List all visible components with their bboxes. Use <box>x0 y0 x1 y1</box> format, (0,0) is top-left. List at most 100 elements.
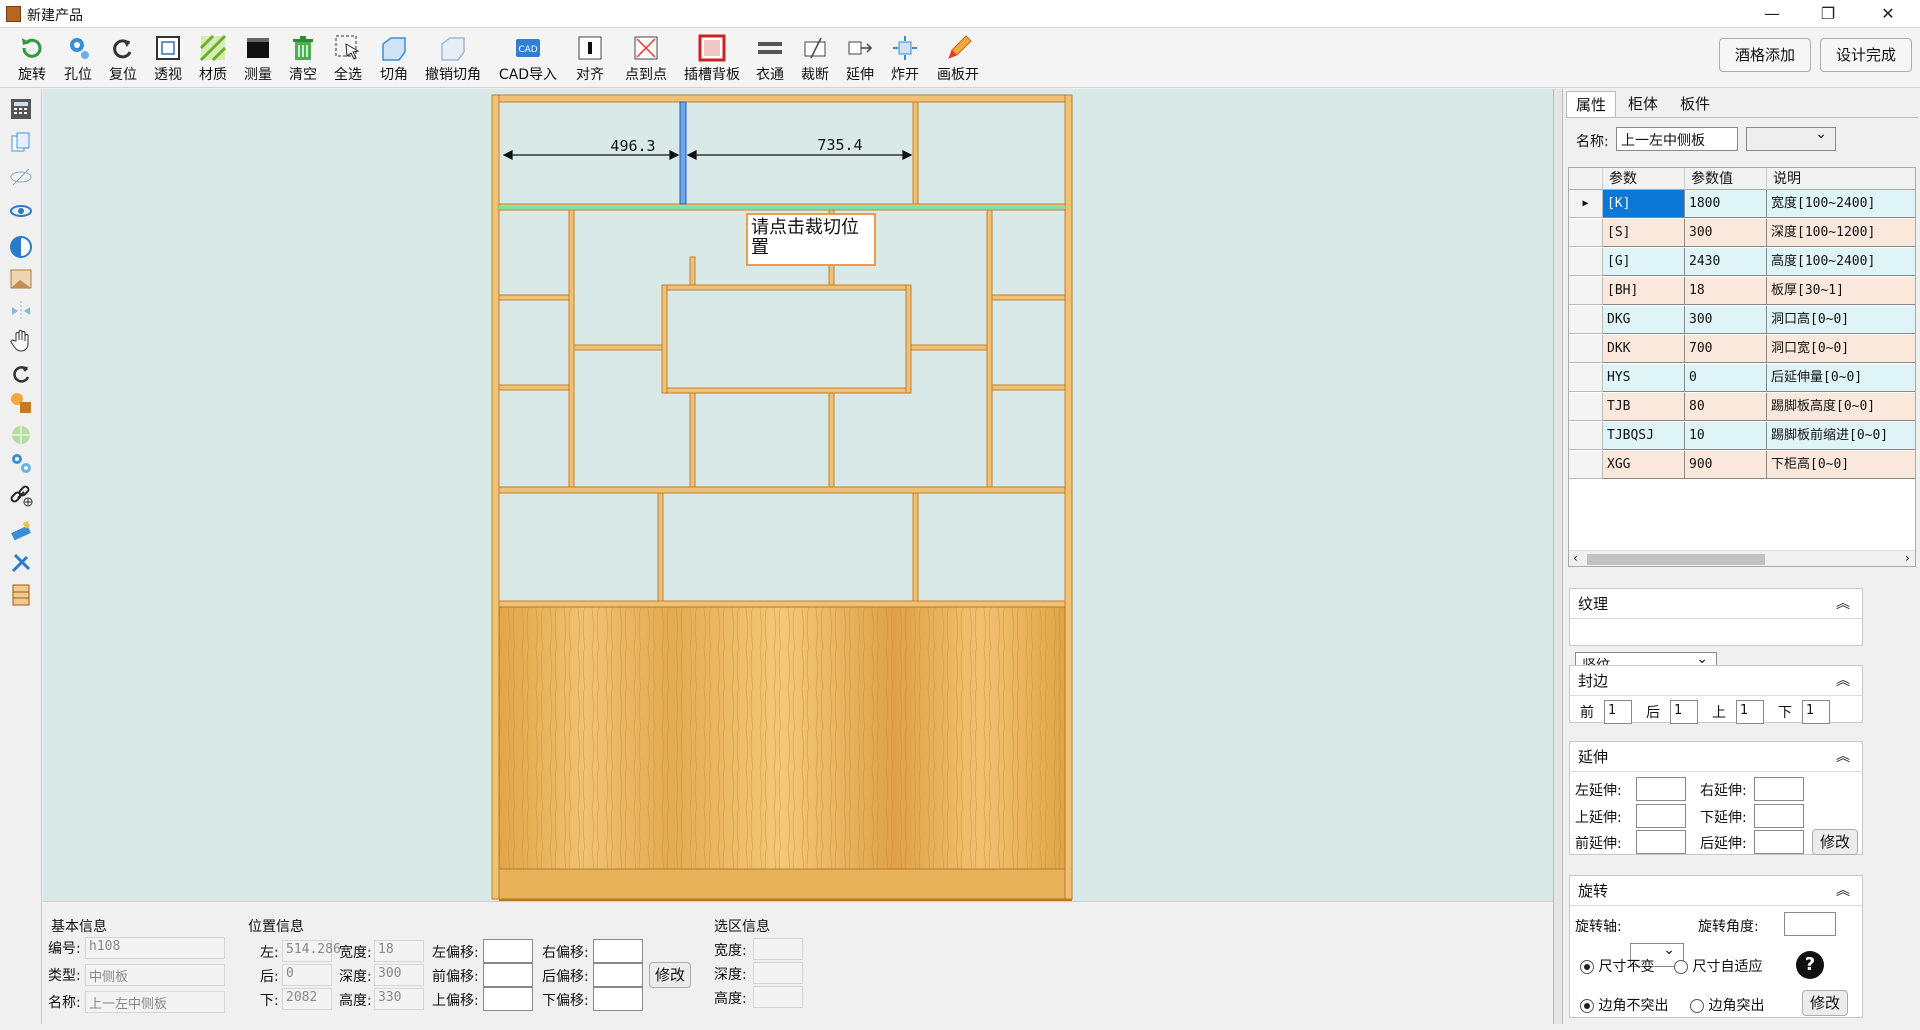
restore-button[interactable]: ❐ <box>1800 0 1856 28</box>
link-icon[interactable] <box>9 483 33 507</box>
grid-cell-value[interactable]: 18 <box>1685 277 1767 305</box>
contrast-icon[interactable] <box>9 235 33 259</box>
undo-chamfer-button[interactable]: 撤销切角 <box>418 32 488 86</box>
hole-button[interactable]: 孔位 <box>56 32 100 86</box>
grid-cell-param[interactable]: [K] <box>1603 190 1685 218</box>
grid-row-header[interactable] <box>1569 219 1603 247</box>
extend-up-input[interactable] <box>1636 804 1686 828</box>
slot-backboard-button[interactable]: 插槽背板 <box>680 32 744 86</box>
grid-cell-value[interactable]: 300 <box>1685 306 1767 334</box>
grid-header-desc[interactable]: 说明 <box>1767 168 1915 190</box>
clear-button[interactable]: 清空 <box>281 32 325 86</box>
tab-properties[interactable]: 属性 <box>1566 91 1616 117</box>
size-adaptive-radio[interactable] <box>1674 960 1688 974</box>
panel-name-select[interactable] <box>1746 126 1836 151</box>
cabinet-drawing[interactable]: 496.3 735.4 <box>43 89 1553 901</box>
shapes-icon[interactable] <box>9 391 33 415</box>
hide-icon[interactable] <box>9 165 33 189</box>
grid-row-header[interactable] <box>1569 451 1603 479</box>
cut-button[interactable]: 裁断 <box>795 32 835 86</box>
select-all-button[interactable]: 全选 <box>326 32 370 86</box>
brush-icon[interactable] <box>9 519 33 543</box>
collapse-icon[interactable]: ︽ <box>1836 666 1850 696</box>
grid-cell-value[interactable]: 0 <box>1685 364 1767 392</box>
extend-left-input[interactable] <box>1636 777 1686 801</box>
cad-import-button[interactable]: CAD CAD导入 <box>495 32 561 86</box>
grid-row-header[interactable] <box>1569 422 1603 450</box>
rotate-modify-button[interactable]: 修改 <box>1802 990 1848 1016</box>
grid-cell-param[interactable]: TJB <box>1603 393 1685 421</box>
copy-icon[interactable] <box>9 131 33 155</box>
grid-row-header[interactable] <box>1569 393 1603 421</box>
grid-cell-param[interactable]: TJBQSJ <box>1603 422 1685 450</box>
edge-header[interactable]: 封边 ︽ <box>1570 666 1862 696</box>
grid-cell-param[interactable]: [G] <box>1603 248 1685 276</box>
size-adaptive-option[interactable]: 尺寸自适应 <box>1674 956 1762 976</box>
tools-icon[interactable] <box>9 551 33 575</box>
grid-cell-param[interactable]: XGG <box>1603 451 1685 479</box>
left-offset-input[interactable] <box>483 939 533 963</box>
edge-back-input[interactable]: 1 <box>1670 700 1698 724</box>
explode-button[interactable]: 炸开 <box>885 32 925 86</box>
panel-name-input[interactable]: 上一左中侧板 <box>1616 127 1738 151</box>
measure-button[interactable]: 测量 <box>236 32 280 86</box>
grid-cell-value[interactable]: 900 <box>1685 451 1767 479</box>
grid-cell-value[interactable]: 2430 <box>1685 248 1767 276</box>
grid-cell-desc[interactable]: 板厚[30~1] <box>1767 277 1915 305</box>
front-offset-input[interactable] <box>483 963 533 987</box>
grid-cell-desc[interactable]: 高度[100~2400] <box>1767 248 1915 276</box>
grid-row-header[interactable]: ▶ <box>1569 190 1603 218</box>
extend-back-input[interactable] <box>1754 830 1804 854</box>
tab-board[interactable]: 板件 <box>1670 91 1720 117</box>
grid-cell-desc[interactable]: 宽度[100~2400] <box>1767 190 1915 218</box>
hand-icon[interactable] <box>9 329 33 353</box>
grid-row-header[interactable] <box>1569 335 1603 363</box>
help-icon[interactable]: ? <box>1796 951 1824 979</box>
hanger-rod-button[interactable]: 衣通 <box>750 32 790 86</box>
rotate-button[interactable]: 旋转 <box>10 32 54 86</box>
rotate-angle-input[interactable] <box>1784 912 1836 936</box>
extend-modify-button[interactable]: 修改 <box>1812 829 1858 855</box>
grid-header-param[interactable]: 参数 <box>1603 168 1685 190</box>
grid-cell-param[interactable]: [S] <box>1603 219 1685 247</box>
collapse-icon[interactable]: ︽ <box>1836 589 1850 619</box>
mirror-icon[interactable] <box>9 299 33 323</box>
collapse-icon[interactable]: ︽ <box>1836 876 1850 906</box>
corner-flush-option[interactable]: 边角不突出 <box>1580 995 1668 1015</box>
grid-cell-desc[interactable]: 后延伸量[0~0] <box>1767 364 1915 392</box>
corner-protrude-option[interactable]: 边角突出 <box>1690 995 1764 1015</box>
rotate-header[interactable]: 旋转 ︽ <box>1570 876 1862 906</box>
grid-scrollbar[interactable]: ‹ › <box>1569 550 1915 566</box>
close-button[interactable]: ✕ <box>1860 0 1916 28</box>
grid-cell-desc[interactable]: 踢脚板高度[0~0] <box>1767 393 1915 421</box>
extend-right-input[interactable] <box>1754 777 1804 801</box>
extend-button[interactable]: 延伸 <box>840 32 880 86</box>
grid-cell-param[interactable]: [BH] <box>1603 277 1685 305</box>
up-offset-input[interactable] <box>483 987 533 1011</box>
calculator-icon[interactable] <box>9 97 33 121</box>
eye-icon[interactable] <box>9 199 33 223</box>
grid-cell-value[interactable]: 80 <box>1685 393 1767 421</box>
cabinet-icon[interactable] <box>9 583 33 607</box>
grid-row-header[interactable] <box>1569 248 1603 276</box>
edge-down-input[interactable]: 1 <box>1802 700 1830 724</box>
grid-cell-param[interactable]: DKG <box>1603 306 1685 334</box>
collapse-icon[interactable]: ︽ <box>1836 742 1850 772</box>
right-offset-input[interactable] <box>593 939 643 963</box>
settings-icon[interactable] <box>9 451 33 475</box>
perspective-button[interactable]: 透视 <box>146 32 190 86</box>
globe-icon[interactable] <box>9 423 33 447</box>
grid-row-header[interactable] <box>1569 277 1603 305</box>
grid-row-header[interactable] <box>1569 306 1603 334</box>
extend-down-input[interactable] <box>1754 804 1804 828</box>
point-to-point-button[interactable]: 点到点 <box>618 32 674 86</box>
back-offset-input[interactable] <box>593 963 643 987</box>
chamfer-button[interactable]: 切角 <box>372 32 416 86</box>
grid-cell-param[interactable]: DKK <box>1603 335 1685 363</box>
minimize-button[interactable]: — <box>1744 0 1800 28</box>
grid-cell-param[interactable]: HYS <box>1603 364 1685 392</box>
material-button[interactable]: 材质 <box>191 32 235 86</box>
grid-cell-value[interactable]: 300 <box>1685 219 1767 247</box>
extend-front-input[interactable] <box>1636 830 1686 854</box>
image-icon[interactable] <box>9 267 33 291</box>
